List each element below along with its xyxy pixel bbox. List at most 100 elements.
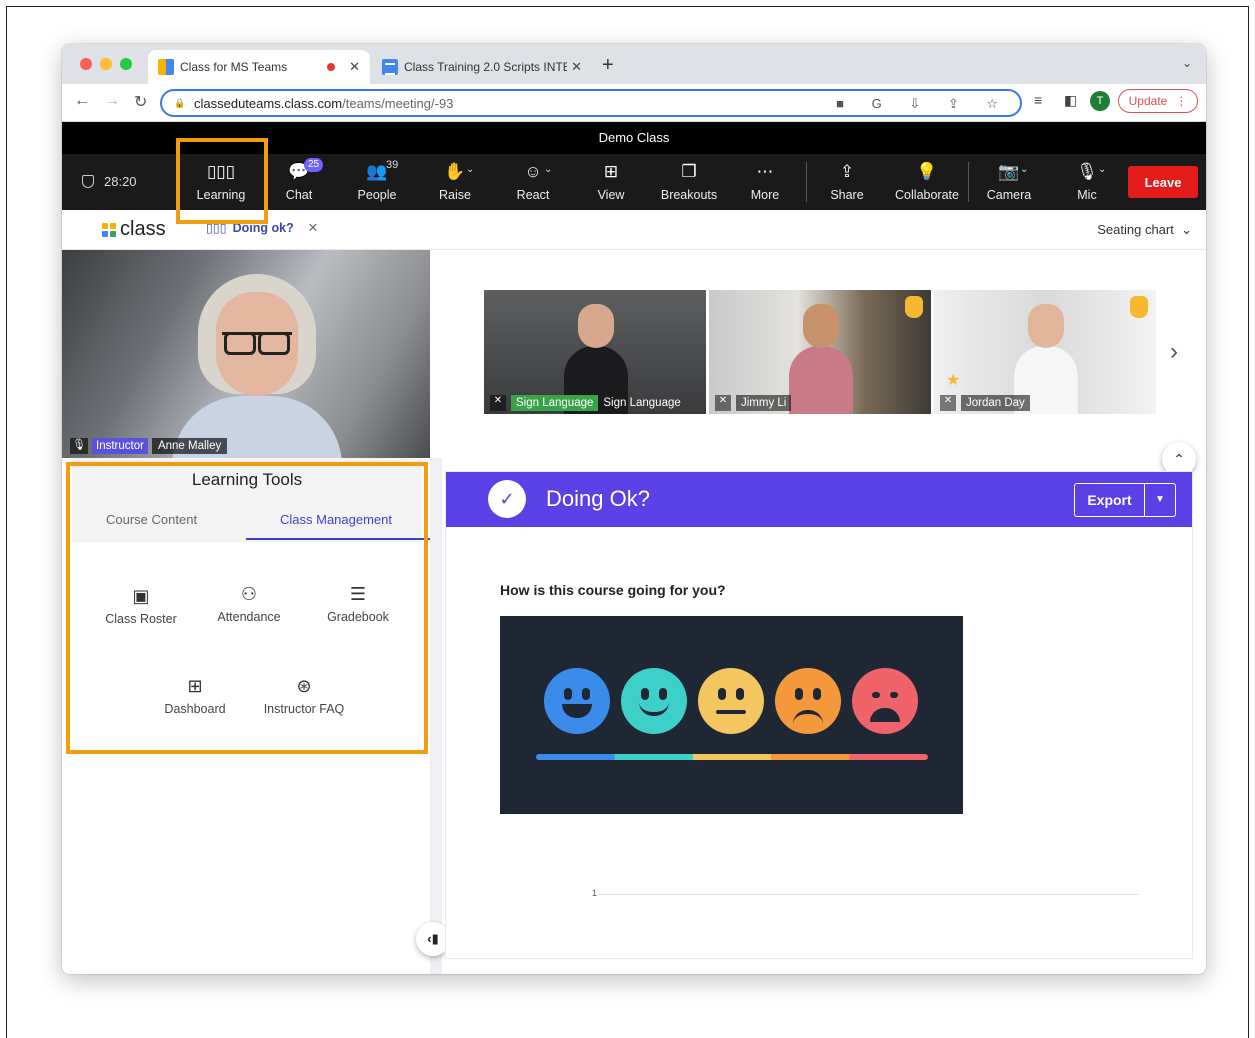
attendance-button[interactable]: ⚇ Attendance bbox=[199, 584, 299, 624]
meeting-timer: 28:20 bbox=[82, 174, 137, 189]
learning-tools-title: Learning Tools bbox=[191, 470, 303, 489]
class-favicon-icon bbox=[158, 59, 174, 75]
profile-avatar[interactable]: T bbox=[1090, 91, 1110, 111]
gradebook-label: Gradebook bbox=[327, 610, 389, 624]
people-button[interactable]: 👥 39 People bbox=[340, 159, 414, 202]
side-panel-icon[interactable]: ◧ bbox=[1064, 92, 1077, 109]
react-button[interactable]: ☺ ⌄ React bbox=[496, 160, 570, 202]
participant-portrait bbox=[789, 304, 853, 414]
poll-title: Doing Ok? bbox=[546, 486, 650, 511]
participant-label: ✕ Sign Language Sign Language bbox=[490, 395, 681, 411]
chat-button[interactable]: 💬 25 Chat bbox=[262, 158, 336, 202]
breakouts-button[interactable]: ❐ Breakouts bbox=[652, 160, 726, 202]
more-dots-icon: ⋯ bbox=[756, 162, 774, 181]
export-button[interactable]: Export ▼ bbox=[1074, 483, 1176, 517]
app-header: class ▯▯▯ Doing ok? ✕ Seating chart ⌄ bbox=[62, 210, 1206, 250]
raise-button[interactable]: ✋ ⌄ Raise bbox=[418, 160, 492, 202]
raise-label: Raise bbox=[439, 188, 471, 202]
view-button[interactable]: ⊞ View bbox=[574, 160, 648, 202]
seating-chart-label: Seating chart bbox=[1097, 222, 1174, 237]
chevron-right-icon[interactable]: › bbox=[1170, 338, 1178, 366]
reload-icon[interactable]: ↻ bbox=[134, 92, 147, 112]
view-label: View bbox=[597, 188, 625, 202]
participant-name: Jimmy Li bbox=[736, 395, 792, 411]
tab-class-management[interactable]: Class Management bbox=[280, 512, 392, 527]
export-label: Export bbox=[1075, 484, 1145, 516]
leave-button[interactable]: Leave bbox=[1128, 166, 1198, 198]
mic-off-icon: ✕ bbox=[715, 395, 731, 411]
recording-icon bbox=[327, 63, 336, 71]
chat-badge: 25 bbox=[304, 158, 324, 172]
maximize-window-button[interactable] bbox=[120, 58, 132, 70]
raised-hand-icon bbox=[905, 296, 923, 318]
close-tab-icon[interactable]: ✕ bbox=[349, 59, 360, 75]
instructor-faq-button[interactable]: ⊛ Instructor FAQ bbox=[254, 676, 354, 716]
class-roster-button[interactable]: ▣ Class Roster bbox=[91, 586, 191, 626]
toolbar-divider bbox=[806, 162, 807, 202]
new-tab-icon[interactable]: + bbox=[602, 54, 614, 77]
attendance-label: Attendance bbox=[217, 610, 281, 624]
gradebook-button[interactable]: ☰ Gradebook bbox=[308, 584, 408, 624]
close-tab-icon[interactable]: ✕ bbox=[571, 59, 582, 75]
omnibox-extension-icons[interactable]: ■ G ⇩ ⇪ ☆ bbox=[836, 96, 1010, 112]
mic-button[interactable]: 🎙 ⌄ Mic bbox=[1050, 160, 1124, 202]
docs-favicon-icon bbox=[382, 59, 398, 75]
tab-search-icon[interactable]: ⌄ bbox=[1182, 56, 1192, 70]
participant-strip: ✕ Sign Language Sign Language ✕ Jimmy Li… bbox=[484, 290, 1156, 414]
tab-strip: Class for MS Teams ✕ Class Training 2.0 … bbox=[62, 44, 1206, 84]
back-icon[interactable]: ← bbox=[74, 92, 90, 110]
instructor-portrait bbox=[172, 274, 342, 458]
browser-window: Class for MS Teams ✕ Class Training 2.0 … bbox=[62, 44, 1206, 974]
instructor-faq-label: Instructor FAQ bbox=[263, 702, 345, 716]
class-roster-label: Class Roster bbox=[105, 612, 177, 626]
logo-text: class bbox=[120, 218, 166, 240]
tab-course-content[interactable]: Course Content bbox=[106, 512, 197, 527]
smiley-icon: ☺ ⌄ bbox=[496, 160, 570, 184]
collaborate-button[interactable]: 💡 Collaborate bbox=[888, 160, 966, 202]
more-label: More bbox=[750, 188, 780, 202]
chat-icon: 💬 25 bbox=[262, 158, 336, 184]
participant-tile[interactable]: ✕ Sign Language Sign Language bbox=[484, 290, 706, 414]
video-name-label: 🎙 Instructor Anne Malley bbox=[70, 438, 228, 454]
instructor-video[interactable]: 🎙 Instructor Anne Malley bbox=[62, 250, 430, 458]
browser-tab-class[interactable]: Class for MS Teams ✕ bbox=[148, 50, 370, 84]
chevron-down-icon: ⌄ bbox=[1177, 222, 1192, 237]
participant-name: Anne Malley bbox=[151, 438, 228, 454]
forward-icon[interactable]: → bbox=[104, 92, 120, 110]
class-logo-icon bbox=[102, 222, 116, 237]
meeting-title: Demo Class bbox=[62, 122, 1206, 154]
participant-tile[interactable]: ★ ✕ Jordan Day bbox=[934, 290, 1156, 414]
dashboard-button[interactable]: ⊞ Dashboard bbox=[145, 676, 245, 716]
roster-icon: ▣ bbox=[132, 586, 150, 606]
emoji-scale-image bbox=[500, 616, 963, 814]
seating-chart-dropdown[interactable]: Seating chart ⌄ bbox=[1097, 222, 1192, 238]
participant-tile[interactable]: ✕ Jimmy Li bbox=[709, 290, 931, 414]
chevron-down-icon[interactable]: ▼ bbox=[1145, 484, 1175, 516]
collapse-video-button[interactable]: ⌃ bbox=[1162, 442, 1196, 476]
close-window-button[interactable] bbox=[80, 58, 92, 70]
react-label: React bbox=[516, 188, 550, 202]
camera-button[interactable]: 📷 ⌄ Camera bbox=[972, 160, 1046, 202]
people-icon: 👥 39 bbox=[366, 159, 399, 181]
minimize-window-button[interactable] bbox=[100, 58, 112, 70]
reading-list-icon[interactable]: ≡ bbox=[1034, 92, 1042, 108]
toggle-sidebar-button[interactable]: ‹▮ bbox=[416, 922, 450, 956]
url-field[interactable]: 🔒 classeduteams.class.com/teams/meeting/… bbox=[160, 89, 1022, 117]
mic-icon: 🎙 bbox=[70, 438, 88, 454]
tab-doing-ok[interactable]: ▯▯▯ Doing ok? ✕ bbox=[206, 220, 318, 236]
meeting-toolbar: 28:20 ▯▯▯ Learning 💬 25 Chat 👥 39 People ✋… bbox=[62, 154, 1206, 210]
share-label: Share bbox=[830, 188, 864, 202]
mic-label: Mic bbox=[1077, 188, 1097, 202]
help-icon: ⊛ bbox=[296, 676, 312, 696]
share-button[interactable]: ⇪ Share bbox=[810, 160, 884, 202]
update-button[interactable]: Update ⋮ bbox=[1118, 89, 1198, 113]
more-button[interactable]: ⋯ More bbox=[728, 160, 802, 202]
poll-tab-label: Doing ok? bbox=[232, 220, 294, 235]
learning-button[interactable]: ▯▯▯ Learning bbox=[184, 160, 258, 202]
participant-name: Sign Language bbox=[603, 397, 681, 409]
sign-language-badge: Sign Language bbox=[511, 395, 599, 411]
browser-tab-docs[interactable]: Class Training 2.0 Scripts INTE ✕ bbox=[372, 50, 592, 84]
share-screen-icon: ⇪ bbox=[839, 162, 855, 181]
shield-icon bbox=[82, 175, 94, 188]
close-icon[interactable]: ✕ bbox=[308, 220, 318, 235]
